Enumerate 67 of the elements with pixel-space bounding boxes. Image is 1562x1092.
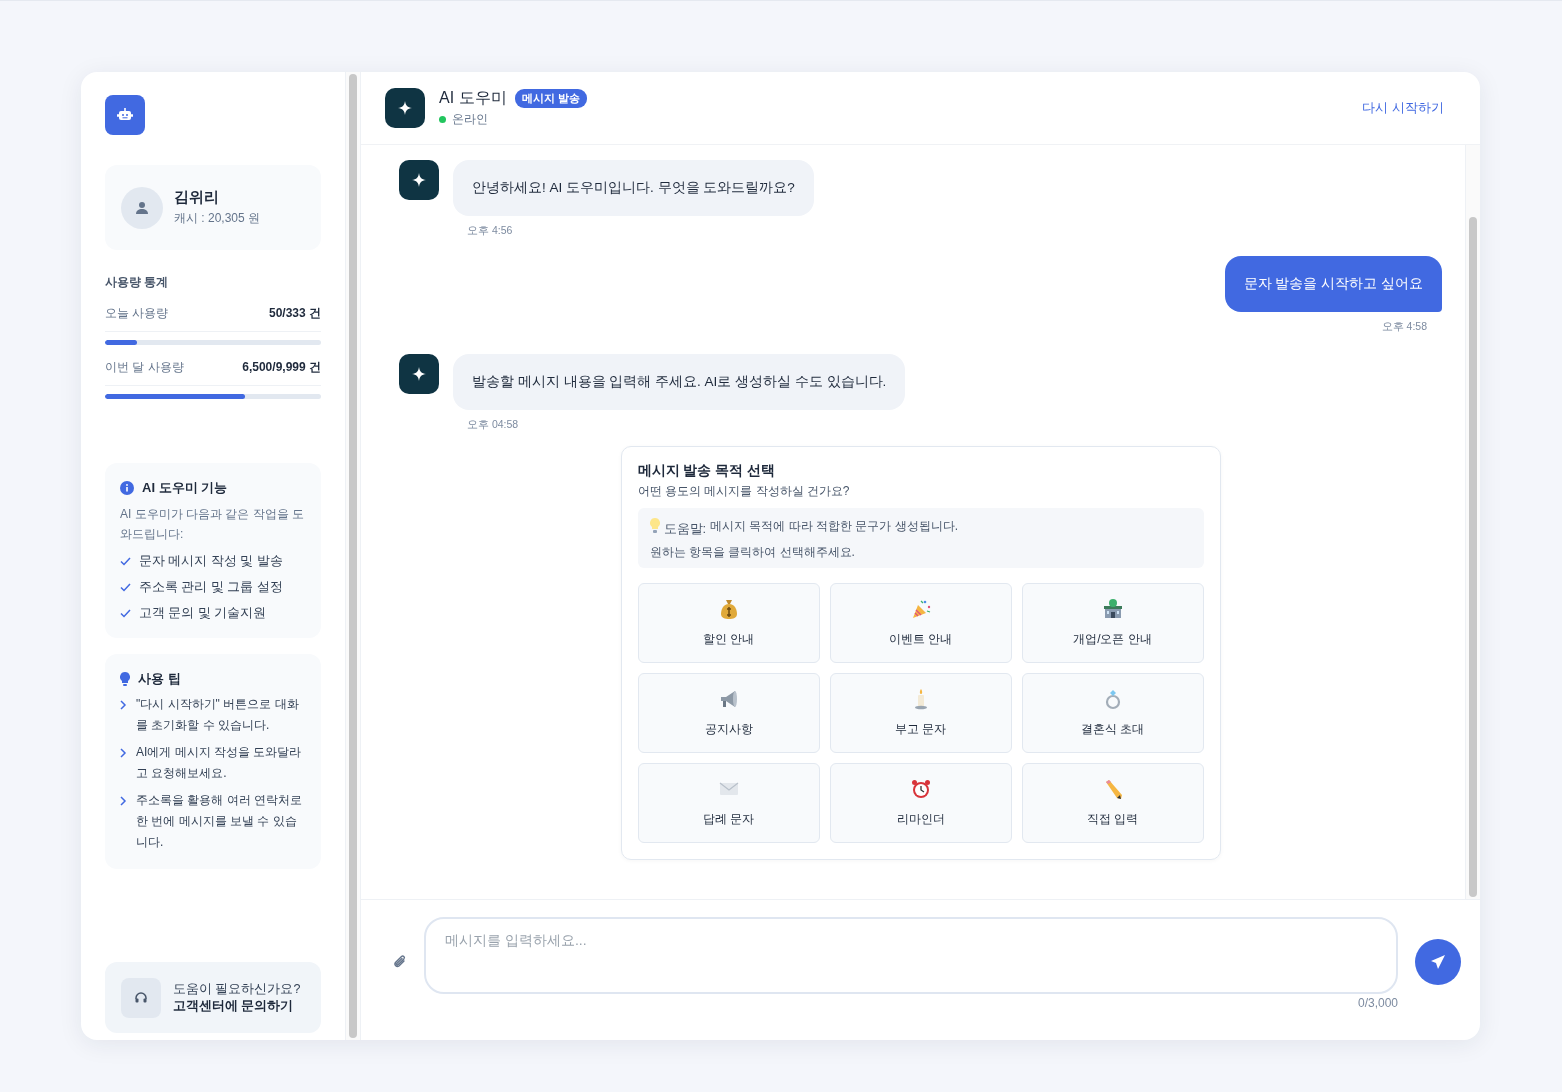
usage-label: 오늘 사용량 — [105, 305, 169, 322]
message-time: 오후 04:58 — [467, 418, 520, 432]
hint-label: 도움말: — [663, 520, 707, 538]
restart-link[interactable]: 다시 시작하기 — [1362, 99, 1444, 117]
user-avatar-icon — [121, 186, 163, 229]
tip-item: AI에게 메시지 작성을 도와달라고 요청해보세요. — [136, 744, 303, 782]
feature-item: 주소록 관리 및 그룹 설정 — [139, 579, 283, 596]
hint-text: 메시지 목적에 따라 적합한 문구가 생성됩니다. — [710, 517, 959, 535]
sparkle-avatar-icon — [385, 88, 425, 128]
assistant-name: AI 도우미 — [439, 88, 507, 108]
purpose-option[interactable]: 부고 문자 — [829, 673, 1012, 753]
purpose-option[interactable]: 직접 입력 — [1021, 763, 1204, 843]
support-card[interactable]: 도움이 필요하신가요? 고객센터에 문의하기 — [105, 962, 321, 1033]
paperclip-icon[interactable] — [393, 954, 407, 970]
features-title: AI 도우미 기능 — [142, 479, 228, 497]
support-link[interactable]: 고객센터에 문의하기 — [173, 997, 301, 1015]
purpose-option[interactable]: 결혼식 초대 — [1021, 673, 1204, 753]
send-icon — [1430, 954, 1446, 970]
character-counter: 0/3,000 — [1357, 996, 1398, 1010]
usage-title: 사용량 통계 — [105, 274, 170, 291]
lightbulb-icon — [120, 672, 130, 686]
sparkle-avatar-icon — [399, 160, 439, 200]
tip-item: "다시 시작하기" 버튼으로 대화를 초기화할 수 있습니다. — [136, 696, 300, 734]
check-icon — [120, 557, 131, 566]
tip-item: 주소록을 활용해 여러 연락처로 한 번에 메시지를 보낼 수 있습니다. — [136, 792, 303, 851]
chevron-right-icon — [120, 700, 127, 710]
chat-scrollbar[interactable] — [1465, 145, 1480, 899]
mode-badge: 메시지 발송 — [514, 89, 587, 108]
building-icon — [1101, 598, 1124, 620]
user-name: 김위리 — [174, 188, 220, 207]
purpose-option[interactable]: 개업/오픈 안내 — [1021, 583, 1204, 663]
purpose-option[interactable]: 답례 문자 — [637, 763, 820, 843]
feature-item: 고객 문의 및 기술지원 — [139, 605, 267, 622]
purpose-option[interactable]: 이벤트 안내 — [829, 583, 1012, 663]
sidebar-scrollbar[interactable] — [345, 72, 361, 1040]
send-button[interactable] — [1415, 939, 1461, 985]
help-question: 도움이 필요하신가요? — [173, 980, 301, 998]
usage-label: 이번 달 사용량 — [105, 359, 184, 376]
features-intro: AI 도우미가 다음과 같은 작업을 도와드립니다: — [120, 506, 305, 543]
chevron-right-icon — [120, 796, 127, 806]
lightbulb-icon — [649, 518, 660, 534]
message-time: 오후 4:56 — [467, 224, 514, 238]
status-text: 온라인 — [452, 111, 488, 128]
robot-logo-icon — [105, 95, 145, 135]
message-time: 오후 4:58 — [1381, 320, 1427, 334]
sparkle-avatar-icon — [399, 354, 439, 394]
purpose-title: 메시지 발송 목적 선택 — [637, 462, 777, 480]
purpose-option[interactable]: 리마인더 — [829, 763, 1012, 843]
check-icon — [120, 609, 131, 618]
info-icon — [120, 481, 134, 495]
cash-balance: 캐시 : 20,305 원 — [174, 210, 261, 227]
usage-value: 6,500/9,999 건 — [242, 359, 321, 376]
purpose-subtitle: 어떤 용도의 메시지를 작성하실 건가요? — [637, 483, 851, 500]
tips-title: 사용 팁 — [138, 670, 181, 688]
alarm-clock-icon — [909, 778, 932, 800]
user-message: 문자 발송을 시작하고 싶어요 — [1224, 256, 1442, 312]
check-icon — [120, 583, 131, 592]
message-input[interactable]: 메시지를 입력하세요... — [424, 917, 1398, 994]
purpose-option[interactable]: 할인 안내 — [637, 583, 820, 663]
bot-message: 안녕하세요! AI 도우미입니다. 무엇을 도와드릴까요? — [453, 160, 814, 216]
chevron-right-icon — [120, 748, 127, 758]
feature-item: 문자 메시지 작성 및 발송 — [139, 553, 283, 570]
headset-icon — [121, 977, 161, 1018]
hint-text: 원하는 항목을 클릭하여 선택해주세요. — [649, 544, 856, 561]
usage-value: 50/333 건 — [268, 305, 321, 322]
purpose-option[interactable]: 공지사항 — [637, 673, 820, 753]
bot-message: 발송할 메시지 내용을 입력해 주세요. AI로 생성하실 수도 있습니다. — [453, 354, 906, 410]
